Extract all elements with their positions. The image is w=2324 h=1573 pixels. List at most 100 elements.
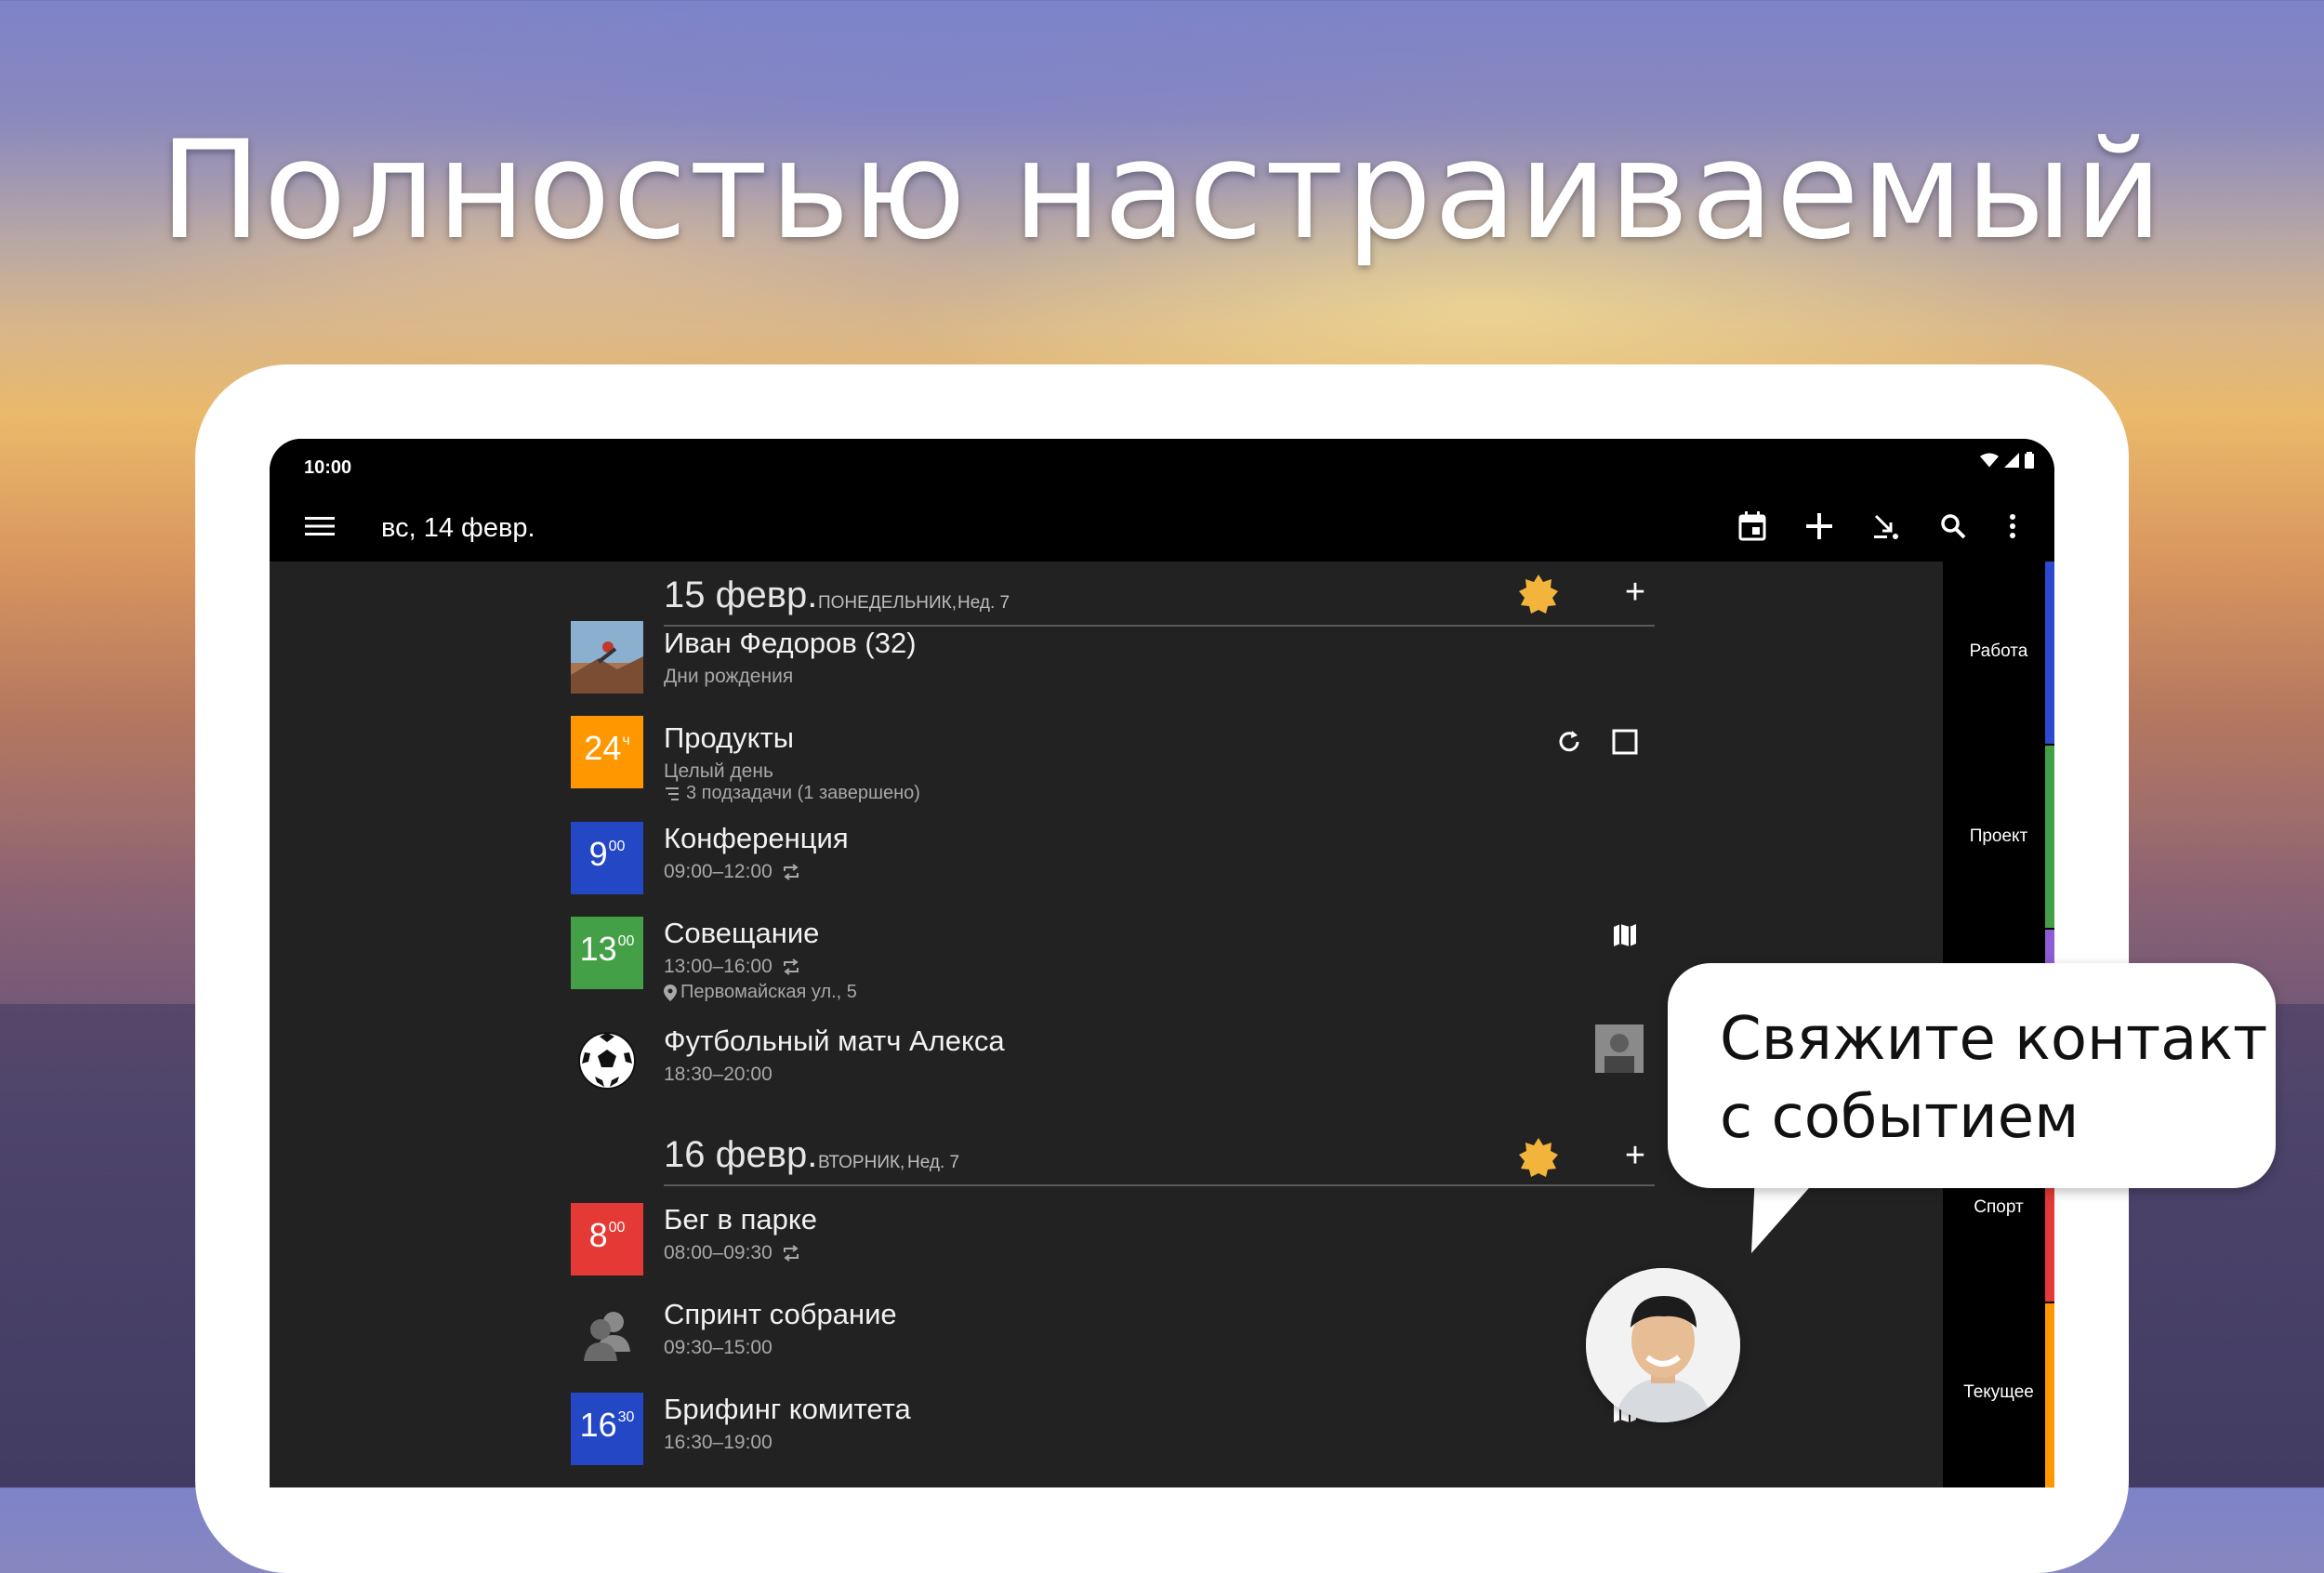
person-portrait xyxy=(1586,1268,1740,1422)
event-title: Продукты xyxy=(664,721,795,754)
app-toolbar: вс, 14 февр. xyxy=(270,491,2054,562)
sun-weather-icon xyxy=(1519,1138,1558,1177)
day-date: 15 февр. xyxy=(664,575,818,615)
category-current[interactable]: Текущее xyxy=(1943,1382,2054,1403)
event-row[interactable]: 24 ч Продукты Целый день 3 подзадачи (1 з… xyxy=(270,716,1943,809)
contact-avatar[interactable] xyxy=(1595,1024,1644,1073)
search-icon xyxy=(1941,514,1966,539)
event-time-row: 09:00–12:00 xyxy=(664,861,800,883)
badge-main: 8 xyxy=(588,1216,608,1254)
day-date: 16 февр. xyxy=(664,1134,818,1175)
more-vert-icon xyxy=(2010,514,2015,538)
recurring-task-button[interactable] xyxy=(1551,723,1588,760)
event-row[interactable]: Иван Федоров (32) Дни рождения xyxy=(270,621,1943,705)
event-subtitle: 08:00–09:30 xyxy=(664,1242,772,1263)
event-subtitle: 13:00–16:00 xyxy=(664,956,772,977)
add-event-day-button[interactable]: + xyxy=(1617,575,1654,610)
battery-icon xyxy=(2025,452,2034,469)
people-icon xyxy=(584,1312,630,1361)
day-weekday: ВТОРНИК, xyxy=(818,1153,905,1172)
event-detail-row: 3 подзадачи (1 завершено) xyxy=(664,783,920,804)
event-row[interactable]: 9 00 Конференция 09:00–12:00 xyxy=(270,822,1943,905)
category-sport[interactable]: Спорт xyxy=(1943,1197,2054,1218)
status-bar: 10:00 xyxy=(270,439,2054,491)
event-detail: 3 подзадачи (1 завершено) xyxy=(686,783,920,803)
headline: Полностью настраиваемый xyxy=(159,112,2165,270)
event-time-row: 08:00–09:30 xyxy=(664,1242,800,1264)
repeat-icon xyxy=(783,1245,799,1262)
callout-line-1: Свяжите контакт xyxy=(1720,1005,2268,1074)
location-pin-icon xyxy=(664,984,677,1001)
birthday-photo xyxy=(571,621,643,694)
signal-icon xyxy=(2004,453,2019,468)
badge-sup: ч xyxy=(622,733,630,748)
badge-main: 24 xyxy=(584,729,622,767)
event-time-badge: 24 ч xyxy=(571,716,643,788)
hamburger-icon xyxy=(305,517,335,535)
callout-line-2: с событием xyxy=(1720,1083,2080,1152)
badge-main: 9 xyxy=(588,835,608,873)
event-subtitle: 09:30–15:00 xyxy=(664,1337,772,1358)
badge-sup: 30 xyxy=(617,1409,635,1425)
day-week: Нед. 7 xyxy=(957,593,1010,613)
contact-photo xyxy=(1586,1268,1740,1422)
badge-sup: 00 xyxy=(608,839,626,854)
event-title: Совещание xyxy=(664,917,820,949)
event-subtitle: 09:00–12:00 xyxy=(664,861,772,882)
badge-main: 13 xyxy=(579,930,617,968)
event-title: Конференция xyxy=(664,822,849,854)
event-time-badge: 8 00 xyxy=(571,1203,643,1276)
open-map-button[interactable] xyxy=(1606,917,1644,954)
badge-main: 16 xyxy=(579,1406,617,1444)
add-event-day-button[interactable]: + xyxy=(1617,1138,1654,1173)
event-location: Первомайская ул., 5 xyxy=(680,982,857,1002)
event-title: Иван Федоров (32) xyxy=(664,627,917,659)
event-location-row: Первомайская ул., 5 xyxy=(664,982,857,1003)
event-title: Бег в парке xyxy=(664,1203,818,1236)
repeat-icon xyxy=(783,958,799,975)
badge-sup: 00 xyxy=(608,1220,626,1236)
day-divider xyxy=(664,1184,1655,1186)
plus-icon xyxy=(1806,513,1832,539)
category-project[interactable]: Проект xyxy=(1943,826,2054,847)
soccer-ball-icon xyxy=(578,1032,636,1090)
search-button[interactable] xyxy=(1934,508,1972,545)
event-subtitle: Целый день xyxy=(664,760,773,782)
callout-text: Свяжите контакт с событием xyxy=(1720,1000,2267,1157)
event-title: Спринт собрание xyxy=(664,1298,897,1330)
toolbar-title[interactable]: вс, 14 февр. xyxy=(381,513,535,544)
badge-sup: 00 xyxy=(617,933,635,949)
event-subtitle: Дни рождения xyxy=(664,666,794,687)
calendar-icon xyxy=(1738,511,1766,541)
refresh-icon xyxy=(1559,731,1579,752)
event-time-badge: 9 00 xyxy=(571,822,643,894)
event-subtitle: 16:30–19:00 xyxy=(664,1432,772,1453)
jump-button[interactable] xyxy=(1868,508,1905,545)
city-skyline-left xyxy=(0,1004,195,1487)
add-button[interactable] xyxy=(1801,508,1838,545)
checkbox-icon xyxy=(1612,729,1638,755)
menu-button[interactable] xyxy=(301,508,338,545)
wifi-icon xyxy=(1980,453,1999,468)
day-header: 15 февр. ПОНЕДЕЛЬНИК, Нед. 7 + xyxy=(664,562,1934,627)
repeat-icon xyxy=(783,864,799,880)
task-checkbox[interactable] xyxy=(1606,723,1644,760)
event-title: Футбольный матч Алекса xyxy=(664,1024,1005,1057)
event-time-badge: 13 00 xyxy=(571,917,643,989)
today-button[interactable] xyxy=(1734,508,1771,545)
event-subtitle: 18:30–20:00 xyxy=(664,1064,772,1085)
day-weekday: ПОНЕДЕЛЬНИК, xyxy=(818,593,957,613)
callout-bubble: Свяжите контакт с событием xyxy=(1668,963,2276,1188)
event-title: Брифинг комитета xyxy=(664,1393,911,1425)
status-icons xyxy=(1980,452,2034,469)
map-icon xyxy=(1614,924,1636,946)
arrow-jump-icon xyxy=(1874,514,1898,539)
day-week: Нед. 7 xyxy=(907,1153,960,1172)
sun-weather-icon xyxy=(1519,575,1558,614)
status-time: 10:00 xyxy=(304,457,352,478)
category-work[interactable]: Работа xyxy=(1943,641,2054,662)
event-time-badge: 16 30 xyxy=(571,1393,643,1465)
overflow-menu-button[interactable] xyxy=(1994,508,2031,545)
event-time-row: 13:00–16:00 xyxy=(664,956,800,978)
subtasks-icon xyxy=(666,786,679,800)
